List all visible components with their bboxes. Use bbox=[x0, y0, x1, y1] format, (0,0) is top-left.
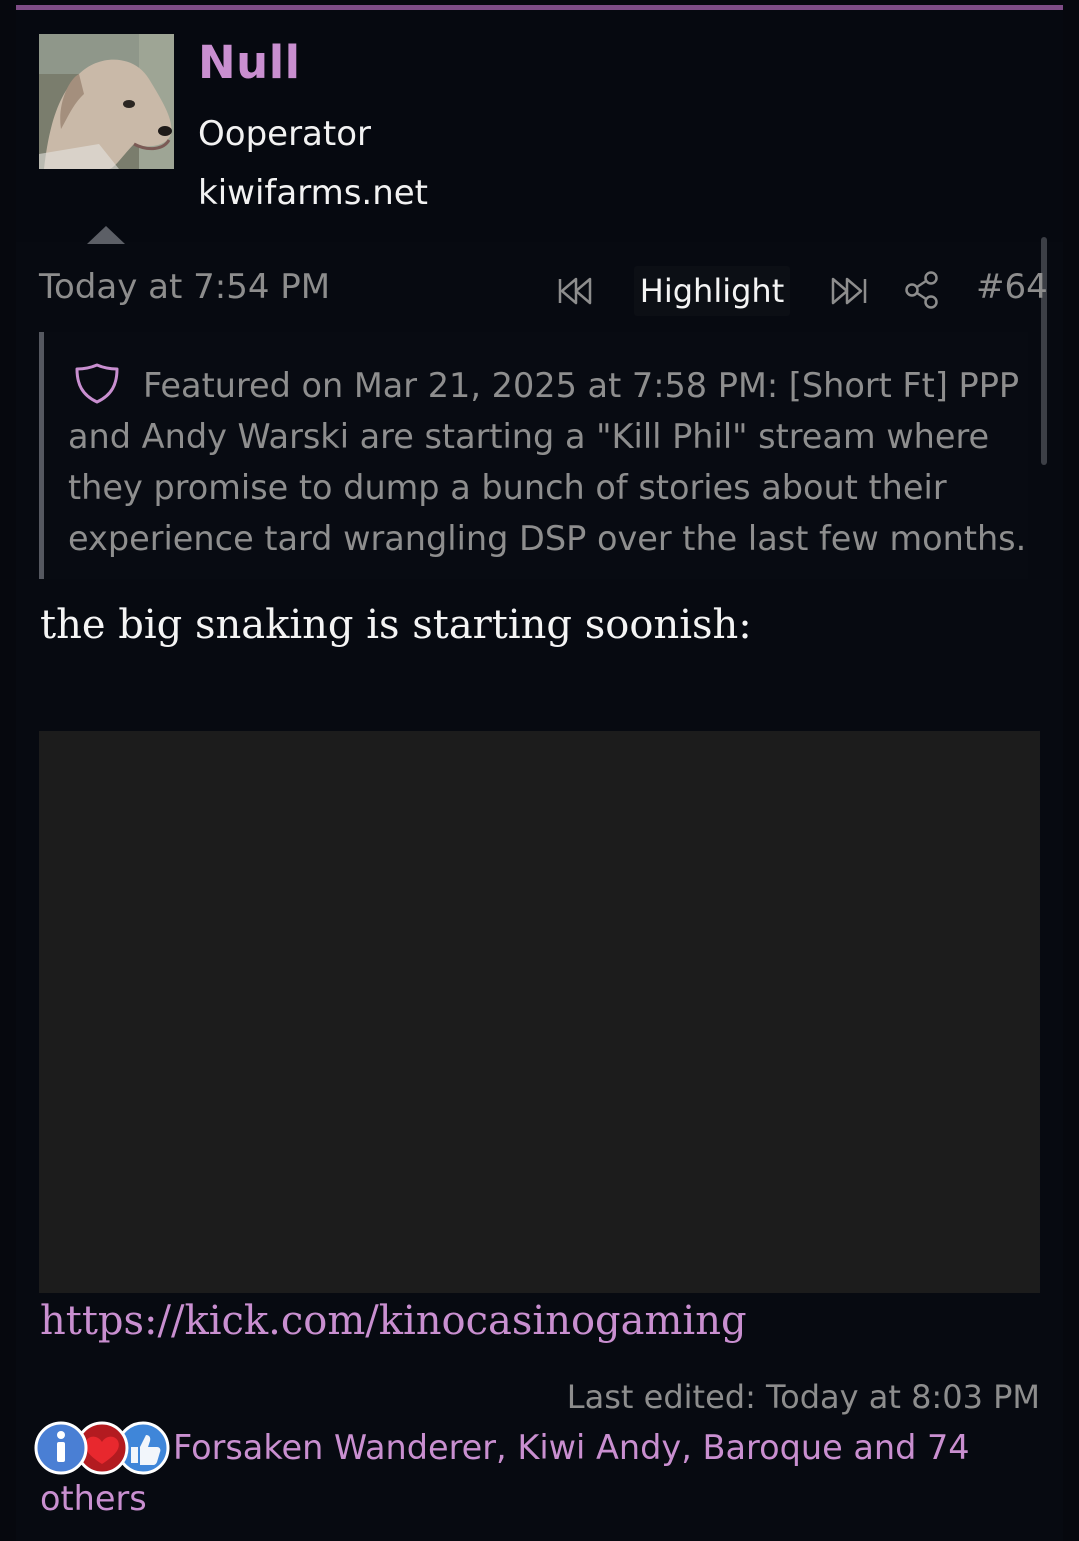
reaction-users-link[interactable]: Forsaken Wanderer, Kiwi Andy, Baroque an… bbox=[40, 1422, 1000, 1524]
featured-text: Featured on Mar 21, 2025 at 7:58 PM: [Sh… bbox=[68, 366, 1027, 558]
username[interactable]: Null bbox=[198, 36, 301, 89]
rewind-icon[interactable] bbox=[556, 274, 598, 313]
post-timestamp[interactable]: Today at 7:54 PM bbox=[39, 267, 330, 307]
user-title: Ooperator bbox=[198, 114, 371, 154]
collapse-arrow-icon bbox=[87, 226, 125, 244]
share-icon[interactable] bbox=[904, 270, 940, 315]
highlight-button[interactable]: Highlight bbox=[634, 266, 790, 316]
post-body: the big snaking is starting soonish: bbox=[40, 602, 752, 648]
avatar[interactable] bbox=[39, 34, 174, 169]
fast-forward-icon[interactable] bbox=[827, 274, 869, 313]
post-number-link[interactable]: #64 bbox=[976, 267, 1048, 307]
user-block: Null Ooperator kiwifarms.net bbox=[16, 10, 1063, 244]
video-embed[interactable] bbox=[39, 731, 1040, 1293]
post: Null Ooperator kiwifarms.net Today at 7:… bbox=[16, 10, 1063, 1541]
stream-link[interactable]: https://kick.com/kinocasinogaming bbox=[40, 1298, 747, 1344]
featured-notice: Featured on Mar 21, 2025 at 7:58 PM: [Sh… bbox=[39, 332, 1028, 579]
last-edited: Last edited: Today at 8:03 PM bbox=[566, 1378, 1040, 1416]
user-site: kiwifarms.net bbox=[198, 173, 429, 213]
